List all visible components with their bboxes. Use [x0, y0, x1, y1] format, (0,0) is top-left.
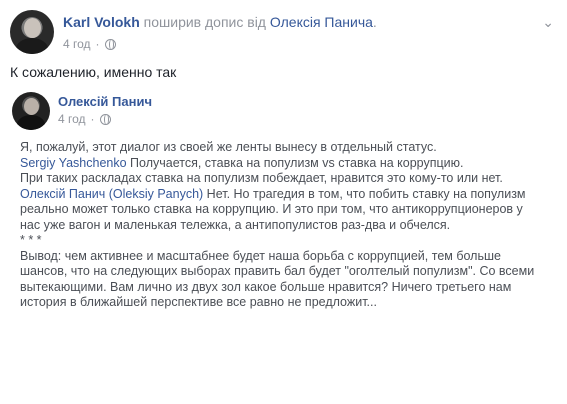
mention-link[interactable]: Sergiy Yashchenko: [20, 156, 127, 170]
globe-icon[interactable]: [99, 113, 111, 125]
post-header: Karl Volokh поширив допис від Олексія Па…: [10, 8, 560, 56]
shared-time-link[interactable]: 4 год: [58, 112, 86, 126]
avatar[interactable]: [10, 10, 54, 54]
shared-meta-separator: ·: [90, 112, 95, 126]
paragraph: Я, пожалуй, этот диалог из своей же лент…: [20, 140, 437, 154]
shared-meta: 4 год ·: [58, 112, 111, 126]
shared-body: Я, пожалуй, этот диалог из своей же лент…: [20, 140, 540, 311]
chevron-down-icon[interactable]: ⌄: [542, 14, 554, 31]
author-name-link[interactable]: Karl Volokh: [63, 14, 140, 30]
separator-stars: * * *: [20, 233, 42, 247]
shared-avatar[interactable]: [12, 92, 50, 130]
original-author-link[interactable]: Олексія Панича: [270, 14, 373, 30]
meta-separator: ·: [95, 37, 100, 51]
globe-icon[interactable]: [104, 38, 116, 50]
post-text: К сожалению, именно так: [10, 64, 177, 80]
mention-link[interactable]: Олексій Панич (Oleksiy Panych): [20, 187, 203, 201]
post-meta: 4 год ·: [63, 37, 116, 51]
paragraph: При таких раскладах ставка на популизм п…: [20, 171, 503, 185]
share-action-text: поширив допис від: [139, 14, 270, 30]
shared-author-link[interactable]: Олексій Панич: [58, 94, 152, 109]
shared-post: Олексій Панич 4 год · Я, пожалуй, этот д…: [12, 88, 557, 398]
post-time-link[interactable]: 4 год: [63, 37, 91, 51]
paragraph: Олексій Панич (Oleksiy Panych) Нет. Но т…: [20, 187, 540, 234]
paragraph-text: Получается, ставка на популизм vs ставка…: [126, 155, 464, 170]
paragraph: Вывод: чем активнее и масштабнее будет н…: [20, 248, 535, 310]
header-line: Karl Volokh поширив допис від Олексія Па…: [63, 14, 377, 30]
paragraph: Sergiy Yashchenko Получается, ставка на …: [20, 156, 540, 172]
header-period: .: [372, 14, 377, 30]
